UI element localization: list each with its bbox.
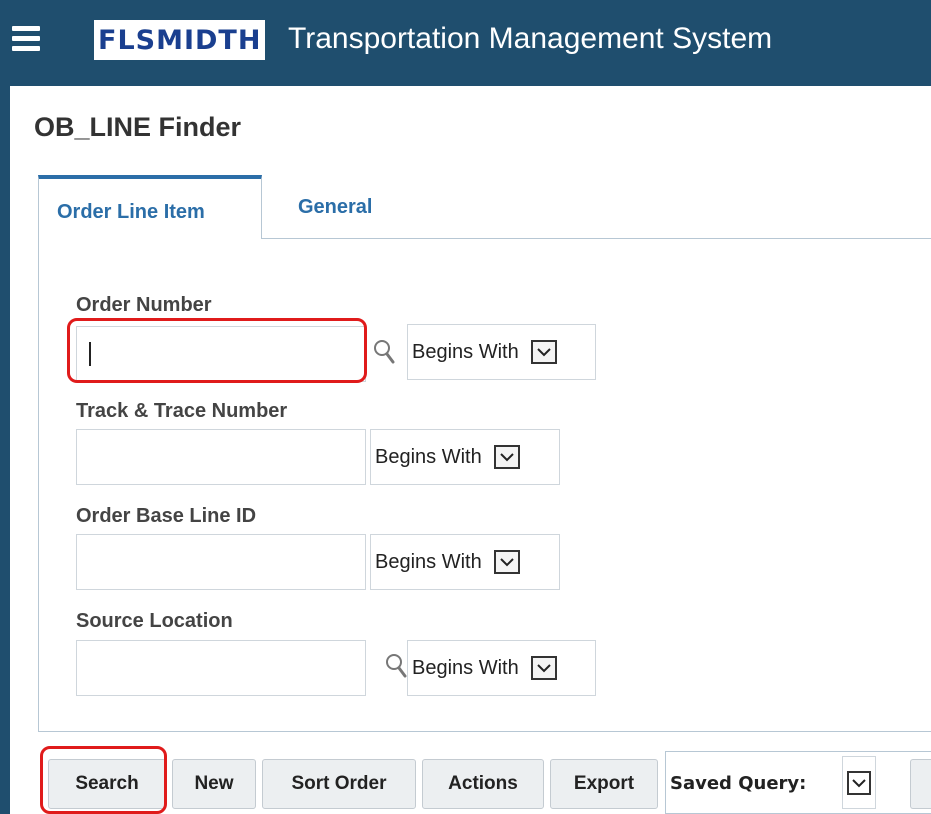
saved-query-select[interactable] (842, 756, 876, 809)
source-location-operator-select[interactable]: Begins With (407, 640, 596, 696)
track-trace-operator-select[interactable]: Begins With (370, 429, 560, 485)
tab-label: Order Line Item (57, 201, 205, 223)
order-number-lookup-icon[interactable] (372, 337, 398, 367)
order-base-line-operator-select[interactable]: Begins With (370, 534, 560, 590)
chevron-down-icon (530, 340, 557, 364)
export-button[interactable]: Export (550, 759, 658, 809)
search-button-highlight (40, 746, 167, 814)
tab-order-line-item[interactable]: Order Line Item (38, 175, 262, 239)
operator-value: Begins With (412, 656, 519, 679)
actions-button[interactable]: Actions (422, 759, 544, 809)
new-button[interactable]: New (172, 759, 256, 809)
order-number-highlight (67, 318, 367, 383)
page-title: OB_LINE Finder (34, 112, 242, 142)
chevron-down-icon (493, 550, 520, 574)
source-location-input[interactable] (76, 640, 366, 696)
order-base-line-id-label: Order Base Line ID (76, 505, 257, 527)
company-logo: FLSMIDTH (94, 20, 266, 60)
saved-query-action-button[interactable] (910, 759, 931, 809)
saved-query-label: Saved Query: (670, 773, 807, 794)
tab-general[interactable]: General (298, 196, 372, 219)
app-header: FLSMIDTH Transportation Management Syste… (0, 0, 931, 86)
source-location-label: Source Location (76, 610, 233, 632)
track-trace-number-input[interactable] (76, 429, 366, 485)
order-number-label: Order Number (76, 294, 212, 316)
order-base-line-id-input[interactable] (76, 534, 366, 590)
operator-value: Begins With (375, 445, 482, 468)
order-number-operator-select[interactable]: Begins With (407, 324, 596, 380)
sort-order-button[interactable]: Sort Order (262, 759, 416, 809)
operator-value: Begins With (375, 550, 482, 573)
track-trace-number-label: Track & Trace Number (76, 400, 288, 422)
chevron-down-icon (493, 445, 520, 469)
left-border (0, 86, 10, 814)
hamburger-menu-icon[interactable] (12, 24, 40, 52)
chevron-down-icon (847, 770, 871, 795)
operator-value: Begins With (412, 340, 519, 363)
logo-text: FLSMIDTH (98, 24, 262, 56)
chevron-down-icon (530, 656, 557, 680)
app-title: Transportation Management System (288, 22, 773, 55)
